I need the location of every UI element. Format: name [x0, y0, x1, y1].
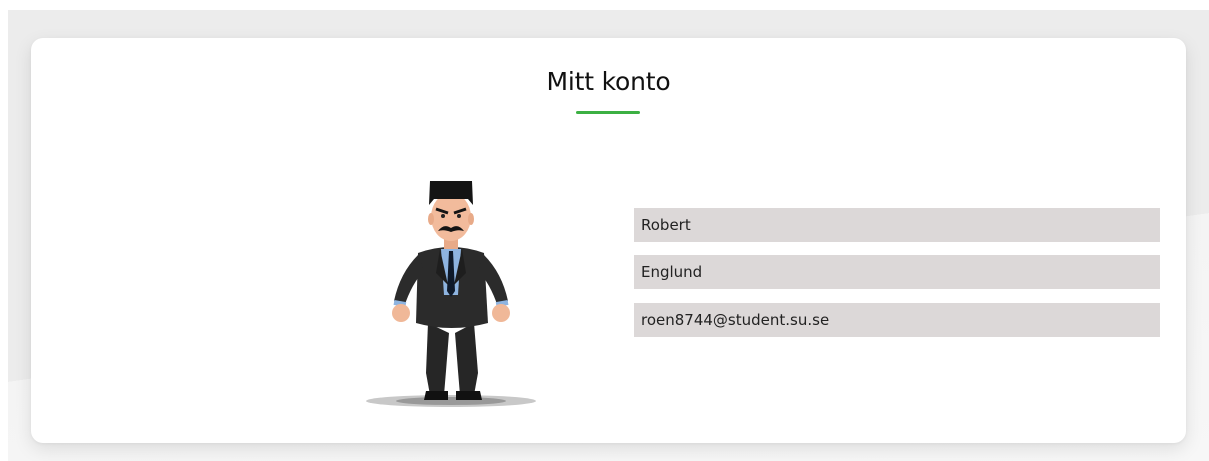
title-underline	[576, 111, 640, 114]
last-name-field[interactable]: Englund	[634, 255, 1160, 289]
avatar-character-icon	[366, 181, 536, 407]
page-title: Mitt konto	[546, 67, 671, 96]
account-card: Mitt konto Robert Englund roen8744@stude…	[31, 38, 1186, 443]
email-field[interactable]: roen8744@student.su.se	[634, 303, 1160, 337]
first-name-field[interactable]: Robert	[634, 208, 1160, 242]
